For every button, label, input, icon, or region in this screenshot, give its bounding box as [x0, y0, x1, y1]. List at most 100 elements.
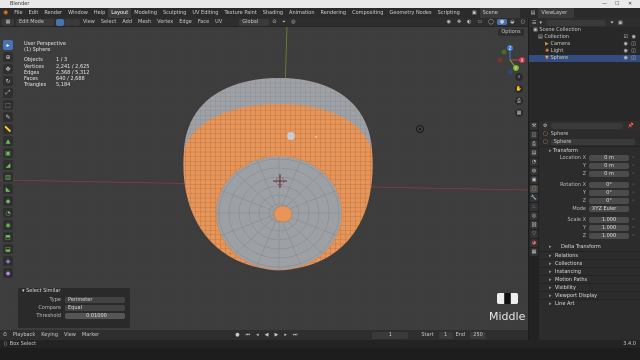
3d-viewport[interactable]: User Perspective (1) Sphere Objects 1 / 3…	[0, 27, 528, 330]
play-reverse-icon[interactable]: ◀	[262, 332, 272, 338]
outliner-editor-icon[interactable]: ☰	[532, 20, 536, 26]
menu-mesh[interactable]: Mesh	[135, 19, 154, 25]
bevel-tool-icon[interactable]: ◢	[3, 160, 13, 170]
shear-tool-icon[interactable]: ◈	[3, 256, 13, 266]
render-icon[interactable]: ◫	[631, 55, 636, 62]
render-icon[interactable]: ◫	[631, 48, 636, 55]
threshold-input[interactable]: 0.01000	[65, 312, 125, 319]
output-tab-icon[interactable]: ⎙	[530, 140, 538, 148]
viewport-display-panel[interactable]: Viewport Display	[539, 291, 640, 300]
edge-slide-tool-icon[interactable]: ⬒	[3, 232, 13, 242]
close-icon[interactable]: ✕	[628, 1, 632, 7]
menu-vertex[interactable]: Vertex	[154, 19, 176, 25]
material-tab-icon[interactable]: ◕	[530, 239, 538, 247]
view-layer-icon[interactable]: ▤	[528, 8, 539, 18]
tab-modeling[interactable]: Modeling	[131, 8, 160, 18]
compare-dropdown[interactable]: Equal	[65, 304, 125, 311]
annotate-tool-icon[interactable]: ✎	[3, 112, 13, 122]
checkbox-icon[interactable]: ☑	[624, 34, 628, 41]
rotation-mode-dropdown[interactable]: XYZ Euler	[589, 206, 629, 212]
constraints-tab-icon[interactable]: ⛓	[530, 221, 538, 229]
render-icon[interactable]: ◫	[631, 41, 636, 48]
outliner-search-input[interactable]	[546, 19, 606, 26]
spin-tool-icon[interactable]: ◔	[3, 208, 13, 218]
visibility-icon[interactable]: ◉	[444, 19, 454, 25]
visibility-panel[interactable]: Visibility	[539, 283, 640, 292]
motion-paths-panel[interactable]: Motion Paths	[539, 275, 640, 284]
jump-start-icon[interactable]: ⏮	[243, 332, 254, 338]
pin-icon[interactable]: 📌	[627, 123, 633, 129]
cursor-tool-icon[interactable]: ⊕	[3, 52, 13, 62]
keyframe-dot-icon[interactable]: ◦	[632, 155, 635, 161]
menu-help[interactable]: Help	[91, 8, 108, 18]
poly-build-tool-icon[interactable]: ◆	[3, 196, 13, 206]
edge-select-icon[interactable]	[64, 18, 72, 26]
location-z-input[interactable]: 0 m	[589, 171, 629, 177]
tool-tab-icon[interactable]: ⚒	[530, 122, 538, 130]
wireframe-shading-icon[interactable]: ◯	[485, 19, 497, 25]
keyframe-dot-icon[interactable]: ◦	[632, 190, 635, 196]
physics-tab-icon[interactable]: ◎	[530, 212, 538, 220]
camera-render-icon[interactable]: ◉	[632, 34, 636, 41]
camera-view-icon[interactable]: ⎙	[515, 97, 523, 105]
navigation-gizmo[interactable]: X Z Y ⌕ ✋ ⎙ ▦	[492, 40, 528, 150]
snap-icon[interactable]: ⌖	[279, 19, 288, 25]
menu-file[interactable]: File	[11, 8, 25, 18]
view-layer-tab-icon[interactable]: ▤	[530, 149, 538, 157]
jump-end-icon[interactable]: ⏭	[290, 332, 301, 338]
pivot-icon[interactable]: ⊙	[269, 19, 279, 25]
scale-x-input[interactable]: 1.000	[589, 217, 629, 223]
outliner-item-scene-collection[interactable]: ▣ Scene Collection	[529, 27, 640, 34]
maximize-icon[interactable]: ☐	[615, 1, 619, 7]
select-box-icon[interactable]: ▸	[3, 40, 13, 50]
overlay-icon[interactable]: ◐	[464, 19, 474, 25]
play-icon[interactable]: ▶	[271, 332, 281, 338]
filter-icon[interactable]: ⏷	[610, 20, 614, 26]
pan-hand-icon[interactable]: ✋	[515, 85, 523, 93]
start-frame-input[interactable]: 1	[438, 331, 453, 339]
outliner-item-light[interactable]: ✺ Light ◉ ◫	[529, 48, 640, 55]
properties-search-input[interactable]	[551, 122, 624, 129]
collections-panel[interactable]: Collections	[539, 259, 640, 268]
next-key-icon[interactable]: ▸	[281, 332, 290, 338]
menu-add[interactable]: Add	[119, 19, 135, 25]
location-y-input[interactable]: 0 m	[589, 163, 629, 169]
scene-selector[interactable]: Scene	[479, 8, 520, 18]
scene-tab-icon[interactable]: ◔	[530, 158, 538, 166]
tab-shading[interactable]: Shading	[260, 8, 286, 18]
rotation-x-input[interactable]: 0°	[589, 182, 629, 188]
tab-texture-paint[interactable]: Texture Paint	[221, 8, 259, 18]
proportional-edit-icon[interactable]: ◎	[288, 19, 298, 25]
outliner-item-camera[interactable]: ▶ Camera ◉ ◫	[529, 41, 640, 48]
scale-tool-icon[interactable]: ⤢	[3, 88, 13, 98]
type-dropdown[interactable]: Perimeter	[65, 296, 125, 303]
face-select-icon[interactable]	[72, 18, 80, 26]
rendered-shading-icon[interactable]: ○	[518, 19, 528, 25]
zoom-icon[interactable]: ⌕	[515, 73, 523, 81]
tab-layout[interactable]: Layout	[108, 8, 132, 18]
menu-view[interactable]: View	[80, 19, 98, 25]
eye-icon[interactable]: ◉	[624, 48, 628, 55]
orientation-selector[interactable]: Global	[239, 18, 270, 26]
keyframe-dot-icon[interactable]: ◦	[632, 217, 635, 223]
menu-render[interactable]: Render	[41, 8, 65, 18]
loop-cut-tool-icon[interactable]: ▥	[3, 172, 13, 182]
view-layer-selector[interactable]: ViewLayer	[538, 8, 575, 18]
smooth-tool-icon[interactable]: ◉	[3, 220, 13, 230]
new-collection-icon[interactable]: ▣	[618, 20, 623, 26]
measure-tool-icon[interactable]: 📏	[3, 124, 13, 134]
scale-y-input[interactable]: 1.000	[589, 225, 629, 231]
tab-scripting[interactable]: Scripting	[435, 8, 463, 18]
object-tab-icon[interactable]: ▢	[530, 185, 538, 193]
instancing-panel[interactable]: Instancing	[539, 267, 640, 276]
vertex-select-icon[interactable]	[56, 18, 64, 26]
record-icon[interactable]: ●	[232, 332, 242, 338]
menu-select[interactable]: Select	[98, 19, 119, 25]
menu-window[interactable]: Window	[65, 8, 91, 18]
keyframe-dot-icon[interactable]: ◦	[632, 163, 635, 169]
display-mode-icon[interactable]: ▾	[539, 20, 542, 26]
inset-tool-icon[interactable]: ▣	[3, 148, 13, 158]
object-name-input[interactable]: Sphere	[550, 139, 635, 145]
minimize-icon[interactable]: —	[602, 1, 607, 7]
scale-z-input[interactable]: 1.000	[589, 233, 629, 239]
